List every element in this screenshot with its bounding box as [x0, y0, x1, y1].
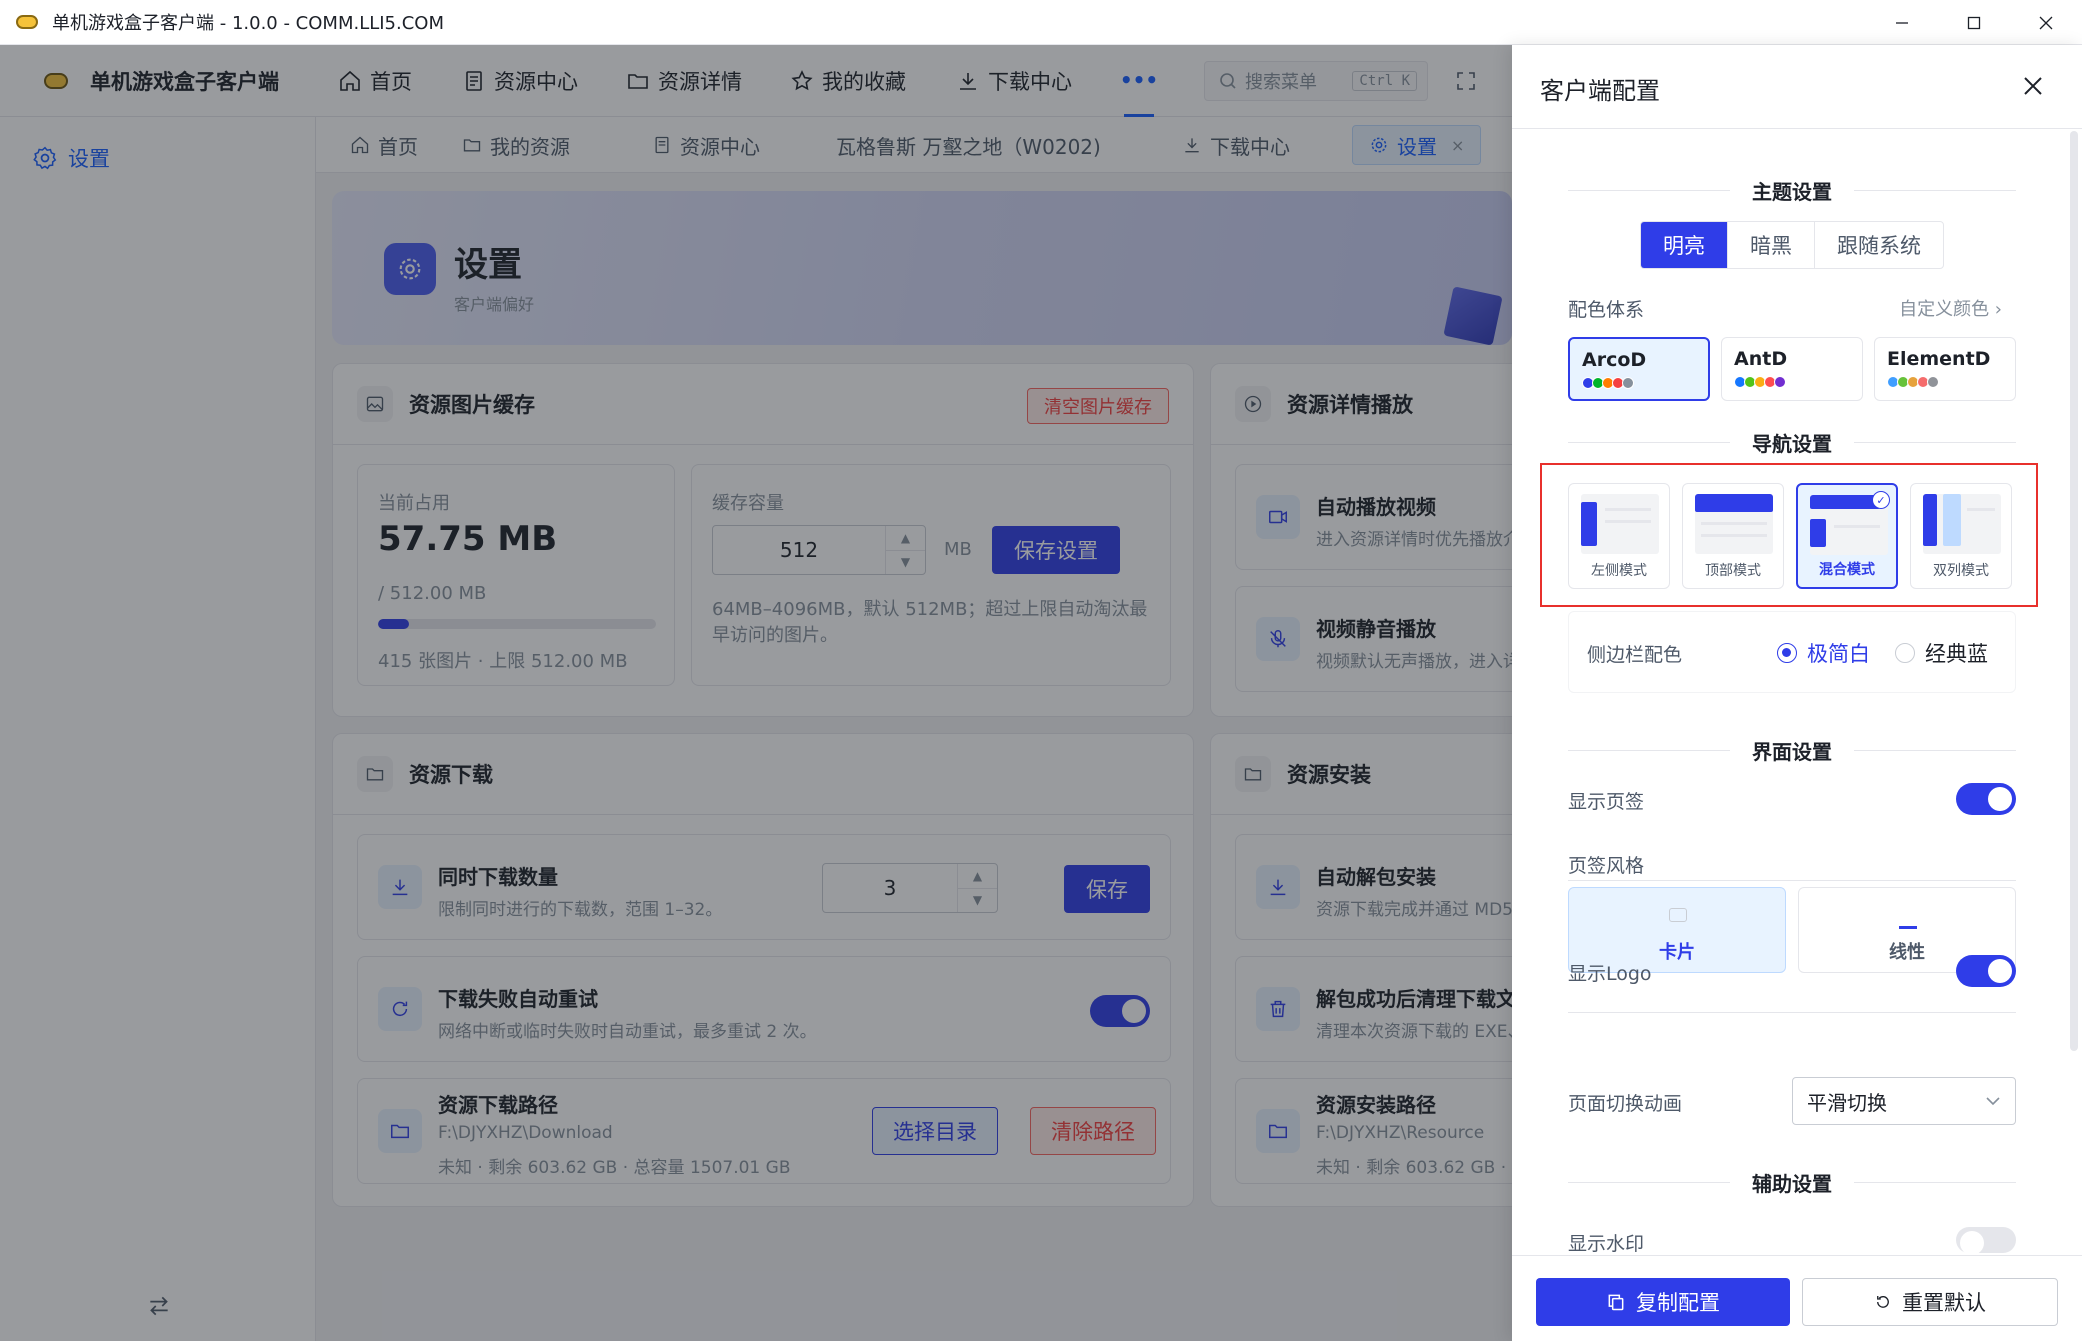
drawer-header: 客户端配置 — [1512, 45, 2082, 129]
copy-config-button[interactable]: 复制配置 — [1536, 1278, 1790, 1326]
show-tabs-toggle[interactable] — [1956, 783, 2016, 815]
copy-icon — [1608, 1294, 1624, 1311]
minimize-button[interactable] — [1866, 0, 1938, 45]
scheme-swatches — [1887, 376, 1939, 388]
close-window-button[interactable] — [2010, 0, 2082, 45]
window-title: 单机游戏盒子客户端 - 1.0.0 - COMM.LLI5.COM — [52, 13, 444, 34]
custom-color-label: 自定义颜色 — [1899, 299, 1990, 320]
button-label: 重置默认 — [1902, 1291, 1986, 1315]
sidebar-color-minimal-white[interactable]: 极简白 — [1777, 638, 1870, 668]
radio-icon — [1895, 643, 1915, 663]
section-title: 辅助设置 — [1752, 1171, 1832, 1196]
nav-mode-label: 左侧模式 — [1591, 563, 1647, 579]
scheme-swatches — [1582, 377, 1634, 389]
watermark-label: 显示水印 — [1568, 1233, 1645, 1255]
chevron-right-icon: › — [1989, 299, 2002, 320]
scheme-name: ArcoD — [1582, 349, 1647, 371]
theme-segmented-control[interactable]: 明亮 暗黑 跟随系统 — [1640, 221, 1944, 269]
nav-mode-top[interactable]: 顶部模式 — [1682, 483, 1784, 589]
check-icon: ✓ — [1872, 491, 1890, 509]
show-logo-toggle[interactable] — [1956, 955, 2016, 987]
theme-option-light[interactable]: 明亮 — [1641, 222, 1727, 268]
chevron-down-icon — [1986, 1097, 2000, 1106]
sidebar-color-row: 侧边栏配色 极简白 经典蓝 — [1568, 611, 2016, 693]
drawer-mask[interactable] — [0, 45, 1512, 1341]
scheme-name: AntD — [1734, 348, 1788, 370]
left-mode-preview — [1581, 494, 1659, 554]
theme-option-dark[interactable]: 暗黑 — [1727, 222, 1814, 268]
app-logo-icon — [16, 15, 38, 29]
theme-option-system[interactable]: 跟随系统 — [1814, 222, 1943, 268]
double-mode-preview — [1923, 494, 2001, 554]
section-title: 界面设置 — [1752, 739, 1832, 764]
nav-mode-mixed[interactable]: ✓ 混合模式 — [1796, 483, 1898, 589]
watermark-toggle[interactable] — [1956, 1227, 2016, 1255]
reset-icon — [1877, 1296, 1889, 1308]
color-scheme-elementd[interactable]: ElementD — [1874, 337, 2016, 401]
color-swatch — [1774, 376, 1786, 388]
client-config-drawer: 客户端配置 主题设置 明亮 暗黑 跟随系统 配色体系 自定义颜色 › ArcoD… — [1512, 45, 2082, 1341]
tab-style-label: 页签风格 — [1568, 855, 1645, 877]
top-mode-preview — [1695, 494, 1773, 554]
section-title: 导航设置 — [1752, 431, 1832, 456]
divider — [1568, 993, 2016, 1013]
nav-mode-double[interactable]: 双列模式 — [1910, 483, 2012, 589]
sidebar-color-classic-blue[interactable]: 经典蓝 — [1895, 638, 1988, 668]
assist-section-header: 辅助设置 — [1568, 1167, 2016, 1197]
color-scheme-arcod[interactable]: ArcoD — [1568, 337, 1710, 401]
nav-mode-label: 混合模式 — [1819, 562, 1875, 578]
page-anim-value: 平滑切换 — [1807, 1090, 1887, 1115]
ui-section-header: 界面设置 — [1568, 735, 2016, 765]
radio-label: 极简白 — [1807, 642, 1870, 666]
page-anim-select[interactable]: 平滑切换 — [1792, 1077, 2016, 1125]
theme-section-header: 主题设置 — [1568, 175, 2016, 205]
color-swatch — [1927, 376, 1939, 388]
radio-icon — [1777, 643, 1797, 663]
nav-section-header: 导航设置 — [1568, 427, 2016, 457]
close-drawer-button[interactable] — [2022, 75, 2044, 97]
scheme-name: ElementD — [1887, 348, 1991, 370]
section-title: 主题设置 — [1752, 179, 1832, 204]
button-label: 复制配置 — [1636, 1291, 1720, 1315]
color-swatch — [1622, 377, 1634, 389]
scheme-swatches — [1734, 376, 1786, 388]
page-anim-label: 页面切换动画 — [1568, 1093, 1683, 1115]
card-style-icon — [1669, 908, 1687, 922]
drawer-title: 客户端配置 — [1540, 77, 1660, 105]
color-scheme-antd[interactable]: AntD — [1721, 337, 1863, 401]
color-scheme-label: 配色体系 — [1568, 299, 1645, 321]
line-style-icon — [1899, 926, 1917, 929]
close-icon — [2024, 77, 2042, 95]
show-logo-label: 显示Logo — [1568, 963, 1652, 985]
custom-color-link[interactable]: 自定义颜色 › — [1899, 295, 2002, 321]
drawer-footer: 复制配置 重置默认 — [1512, 1255, 2082, 1341]
drawer-scrollbar[interactable] — [2070, 131, 2078, 1051]
maximize-button[interactable] — [1938, 0, 2010, 45]
nav-mode-left[interactable]: 左侧模式 — [1568, 483, 1670, 589]
nav-mode-label: 双列模式 — [1933, 563, 1989, 579]
window-titlebar: 单机游戏盒子客户端 - 1.0.0 - COMM.LLI5.COM — [0, 0, 2082, 45]
show-tabs-label: 显示页签 — [1568, 791, 1645, 813]
reset-default-button[interactable]: 重置默认 — [1802, 1278, 2058, 1326]
nav-mode-label: 顶部模式 — [1705, 563, 1761, 579]
radio-label: 经典蓝 — [1925, 642, 1988, 666]
sidebar-color-label: 侧边栏配色 — [1587, 644, 1683, 666]
